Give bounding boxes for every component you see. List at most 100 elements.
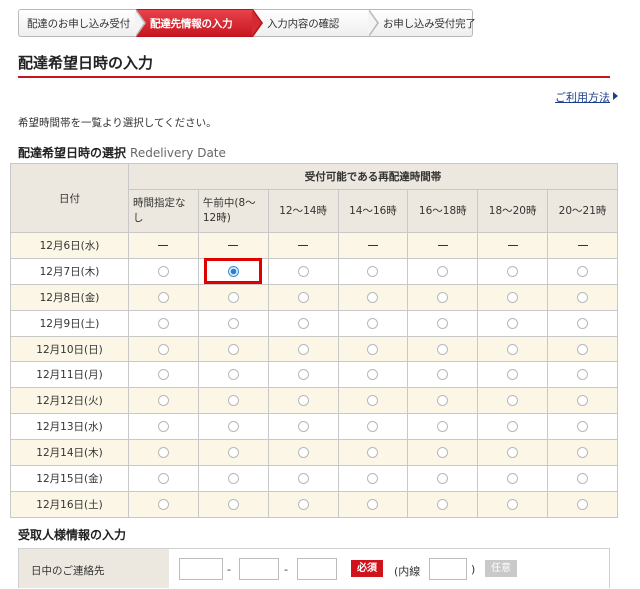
time-slot-radio[interactable] [227, 343, 239, 355]
time-slot-radio[interactable] [157, 472, 169, 484]
time-slot-cell [337, 465, 409, 492]
time-slot-cell [197, 257, 269, 285]
time-slot-radio[interactable] [227, 395, 239, 407]
time-slot-cell [267, 490, 339, 518]
unavailable-dash-icon [367, 244, 378, 246]
time-slot-radio[interactable] [227, 369, 239, 381]
time-slot-radio[interactable] [227, 447, 239, 459]
time-slot-cell [547, 257, 618, 285]
time-slot-radio[interactable] [367, 343, 379, 355]
time-slot-radio[interactable] [437, 421, 449, 433]
time-slot-radio[interactable] [507, 395, 519, 407]
time-slot-radio[interactable] [157, 317, 169, 329]
time-slot-radio[interactable] [437, 472, 449, 484]
time-slot-radio[interactable] [507, 421, 519, 433]
time-slot-radio[interactable] [367, 317, 379, 329]
time-slot-radio[interactable] [157, 369, 169, 381]
time-slot-radio[interactable] [437, 395, 449, 407]
time-slot-cell [128, 335, 199, 363]
time-slot-cell [128, 465, 199, 492]
time-slot-radio[interactable] [157, 265, 169, 277]
help-link[interactable]: ご利用方法 [555, 89, 610, 105]
time-slot-radio[interactable] [367, 447, 379, 459]
date-cell: 12月7日(木) [10, 257, 129, 285]
time-slot-radio[interactable] [157, 447, 169, 459]
progress-steps: 配達のお申し込み受付 配達先情報の入力 入力内容の確認 お申し込み受付完了 [18, 9, 476, 37]
time-slot-radio[interactable] [437, 317, 449, 329]
time-slot-radio[interactable] [577, 421, 589, 433]
time-slot-radio[interactable] [297, 421, 309, 433]
time-slot-radio[interactable] [367, 291, 379, 303]
time-slot-radio[interactable] [227, 472, 239, 484]
time-slot-cell [477, 335, 549, 363]
time-slot-radio[interactable] [507, 265, 519, 277]
time-slot-radio[interactable] [297, 447, 309, 459]
time-slot-cell [197, 490, 269, 518]
table-row: 12月12日(火) [10, 387, 618, 415]
phone-line-input[interactable] [297, 558, 337, 580]
time-slot-radio[interactable] [577, 395, 589, 407]
time-slot-radio[interactable] [507, 447, 519, 459]
time-slot-radio[interactable] [437, 369, 449, 381]
time-slot-radio[interactable] [227, 498, 239, 510]
time-slot-radio[interactable] [367, 369, 379, 381]
time-slot-radio[interactable] [507, 472, 519, 484]
time-slot-radio[interactable] [577, 343, 589, 355]
unavailable-dash-icon [228, 244, 239, 246]
time-slot-radio[interactable] [507, 317, 519, 329]
time-slot-radio[interactable] [577, 317, 589, 329]
time-slot-radio[interactable] [297, 291, 309, 303]
time-slot-cell [547, 232, 618, 259]
time-slot-radio[interactable] [577, 265, 589, 277]
phone-prefix-input[interactable] [239, 558, 279, 580]
time-slot-radio[interactable] [297, 395, 309, 407]
time-slot-radio[interactable] [367, 498, 379, 510]
time-slot-radio[interactable] [577, 498, 589, 510]
time-slot-radio[interactable] [297, 498, 309, 510]
time-slot-radio[interactable] [297, 265, 309, 277]
time-slot-radio[interactable] [437, 498, 449, 510]
time-slot-radio[interactable] [157, 343, 169, 355]
phone-separator: - [227, 563, 231, 576]
time-slot-radio[interactable] [297, 472, 309, 484]
time-slot-radio[interactable] [437, 343, 449, 355]
time-slot-radio[interactable] [507, 369, 519, 381]
time-slot-radio[interactable] [227, 291, 239, 303]
time-slot-radio-selected[interactable] [227, 265, 239, 277]
required-badge: 必須 [351, 560, 383, 577]
time-slot-radio[interactable] [577, 369, 589, 381]
time-slot-header: 午前中(8〜12時) [197, 189, 269, 233]
time-slot-radio[interactable] [227, 317, 239, 329]
extension-input[interactable] [429, 558, 467, 580]
time-slot-radio[interactable] [507, 498, 519, 510]
phone-area-code-input[interactable] [179, 558, 223, 580]
time-slot-radio[interactable] [227, 421, 239, 433]
time-slot-radio[interactable] [367, 265, 379, 277]
time-slot-radio[interactable] [367, 395, 379, 407]
time-slot-radio[interactable] [157, 498, 169, 510]
time-slot-radio[interactable] [367, 421, 379, 433]
time-slot-radio[interactable] [437, 265, 449, 277]
time-slot-radio[interactable] [437, 447, 449, 459]
time-slot-radio[interactable] [157, 395, 169, 407]
time-slot-radio[interactable] [507, 291, 519, 303]
time-slot-radio[interactable] [507, 343, 519, 355]
time-slot-radio[interactable] [577, 447, 589, 459]
time-slot-cell [407, 387, 479, 415]
time-slot-radio[interactable] [157, 291, 169, 303]
time-slot-radio[interactable] [367, 472, 379, 484]
time-slot-radio[interactable] [297, 317, 309, 329]
time-slot-cell [407, 257, 479, 285]
time-slot-cell [128, 283, 199, 311]
recipient-section-title: 受取人様情報の入力 [18, 528, 127, 542]
time-slot-cell [407, 490, 479, 518]
time-slot-radio[interactable] [297, 343, 309, 355]
time-slot-radio[interactable] [297, 369, 309, 381]
time-slot-radio[interactable] [437, 291, 449, 303]
time-slot-radio[interactable] [577, 472, 589, 484]
time-slot-radio[interactable] [157, 421, 169, 433]
time-slot-cell [337, 439, 409, 467]
time-slot-cell [407, 309, 479, 337]
time-slot-cell [477, 309, 549, 337]
time-slot-radio[interactable] [577, 291, 589, 303]
